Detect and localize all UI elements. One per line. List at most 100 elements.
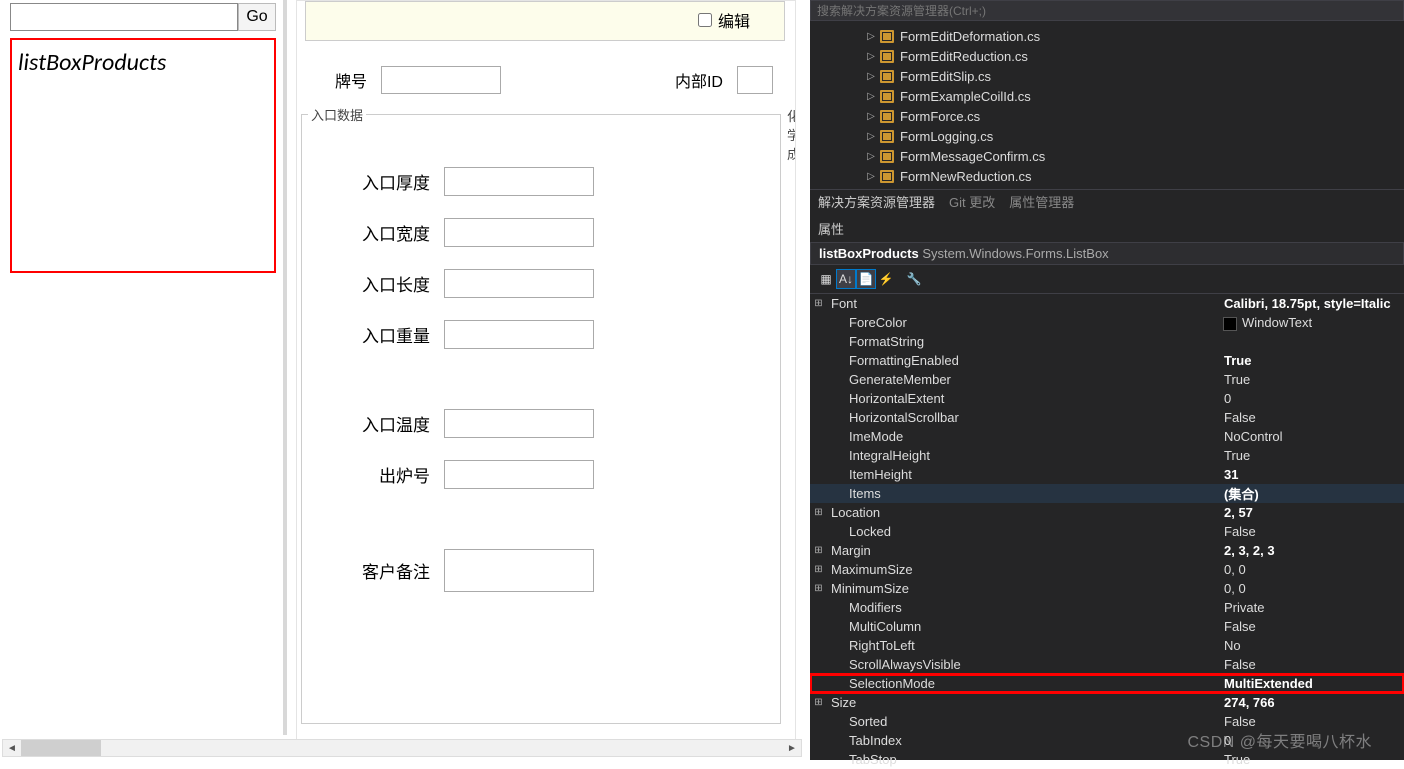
property-value[interactable]: 2, 3, 2, 3 xyxy=(1222,543,1404,558)
property-value[interactable]: 0 xyxy=(1222,733,1404,748)
property-row[interactable]: SelectionModeMultiExtended xyxy=(810,674,1404,693)
furnace-input[interactable] xyxy=(444,460,594,489)
property-value[interactable]: True xyxy=(1222,448,1404,463)
properties-icon[interactable]: 📄 xyxy=(856,269,876,289)
tree-item[interactable]: ▷FormForce.cs xyxy=(810,106,1404,126)
alphabetical-icon[interactable]: A↓ xyxy=(836,269,856,289)
property-value[interactable]: NoControl xyxy=(1222,429,1404,444)
width-input[interactable] xyxy=(444,218,594,247)
tree-item[interactable]: ▷FormMessageConfirm.cs xyxy=(810,146,1404,166)
property-value[interactable]: False xyxy=(1222,410,1404,425)
property-value[interactable]: False xyxy=(1222,714,1404,729)
property-row[interactable]: ⊞Margin2, 3, 2, 3 xyxy=(810,541,1404,560)
temp-label: 入口温度 xyxy=(352,411,430,436)
property-row[interactable]: RightToLeftNo xyxy=(810,636,1404,655)
expand-icon[interactable]: ⊞ xyxy=(810,298,827,309)
property-row[interactable]: ModifiersPrivate xyxy=(810,598,1404,617)
property-value[interactable]: Private xyxy=(1222,600,1404,615)
property-value[interactable]: 2, 57 xyxy=(1222,505,1404,520)
weight-input[interactable] xyxy=(444,320,594,349)
property-pages-icon[interactable]: 🔧 xyxy=(904,269,924,289)
property-value[interactable]: 31 xyxy=(1222,467,1404,482)
expand-arrow-icon[interactable]: ▷ xyxy=(864,131,878,142)
property-row[interactable]: TabIndex0 xyxy=(810,731,1404,750)
tree-item[interactable]: ▷FormExampleCoilId.cs xyxy=(810,86,1404,106)
expand-icon[interactable]: ⊞ xyxy=(810,583,827,594)
property-value[interactable]: False xyxy=(1222,619,1404,634)
tree-item[interactable]: ▷FormEditReduction.cs xyxy=(810,46,1404,66)
scroll-right-arrow-icon[interactable]: ► xyxy=(783,740,801,756)
length-input[interactable] xyxy=(444,269,594,298)
expand-icon[interactable]: ⊞ xyxy=(810,564,827,575)
property-row[interactable]: ⊞MaximumSize0, 0 xyxy=(810,560,1404,579)
listbox-products[interactable]: listBoxProducts xyxy=(10,38,276,273)
scroll-thumb[interactable] xyxy=(21,740,101,756)
property-value[interactable]: MultiExtended xyxy=(1222,676,1404,691)
brand-input[interactable] xyxy=(381,66,501,94)
property-row[interactable]: LockedFalse xyxy=(810,522,1404,541)
property-row[interactable]: ScrollAlwaysVisibleFalse xyxy=(810,655,1404,674)
csharp-form-file-icon xyxy=(880,110,894,123)
property-row[interactable]: ⊞MinimumSize0, 0 xyxy=(810,579,1404,598)
expand-arrow-icon[interactable]: ▷ xyxy=(864,31,878,42)
innerid-input[interactable] xyxy=(737,66,773,94)
expand-arrow-icon[interactable]: ▷ xyxy=(864,171,878,182)
expand-icon[interactable]: ⊞ xyxy=(810,697,827,708)
expand-arrow-icon[interactable]: ▷ xyxy=(864,91,878,102)
property-row[interactable]: ⊞FontCalibri, 18.75pt, style=Italic xyxy=(810,294,1404,313)
property-value[interactable]: WindowText xyxy=(1222,315,1404,330)
property-row[interactable]: FormattingEnabledTrue xyxy=(810,351,1404,370)
property-row[interactable]: GenerateMemberTrue xyxy=(810,370,1404,389)
property-value[interactable]: (集合) xyxy=(1222,484,1404,503)
tree-item[interactable]: ▷FormEditSlip.cs xyxy=(810,66,1404,86)
tree-item[interactable]: ▷FormNewReduction.cs xyxy=(810,166,1404,186)
expand-icon[interactable]: ⊞ xyxy=(810,507,827,518)
temp-input[interactable] xyxy=(444,409,594,438)
property-value[interactable]: 0, 0 xyxy=(1222,562,1404,577)
property-row[interactable]: ForeColorWindowText xyxy=(810,313,1404,332)
property-value[interactable]: No xyxy=(1222,638,1404,653)
property-value[interactable]: True xyxy=(1222,372,1404,387)
expand-arrow-icon[interactable]: ▷ xyxy=(864,151,878,162)
property-value[interactable]: 0 xyxy=(1222,391,1404,406)
tree-item[interactable]: ▷FormEditDeformation.cs xyxy=(810,26,1404,46)
property-row[interactable]: ⊞Size274, 766 xyxy=(810,693,1404,712)
tree-item[interactable]: ▷FormLogging.cs xyxy=(810,126,1404,146)
property-value[interactable]: 274, 766 xyxy=(1222,695,1404,710)
remarks-input[interactable] xyxy=(444,549,594,592)
property-value[interactable]: False xyxy=(1222,657,1404,672)
panel-tabs: 解决方案资源管理器 Git 更改 属性管理器 xyxy=(810,189,1404,215)
property-row[interactable]: ImeModeNoControl xyxy=(810,427,1404,446)
property-row[interactable]: MultiColumnFalse xyxy=(810,617,1404,636)
property-row[interactable]: ItemHeight31 xyxy=(810,465,1404,484)
scroll-left-arrow-icon[interactable]: ◄ xyxy=(3,740,21,756)
expand-arrow-icon[interactable]: ▷ xyxy=(864,51,878,62)
tab-git-changes[interactable]: Git 更改 xyxy=(949,192,995,211)
solution-explorer-search[interactable] xyxy=(810,0,1404,21)
go-button[interactable]: Go xyxy=(238,3,276,31)
property-row[interactable]: HorizontalExtent0 xyxy=(810,389,1404,408)
property-row[interactable]: FormatString xyxy=(810,332,1404,351)
tab-property-manager[interactable]: 属性管理器 xyxy=(1009,192,1074,211)
property-value[interactable]: Calibri, 18.75pt, style=Italic xyxy=(1222,296,1404,311)
properties-object-row[interactable]: listBoxProducts System.Windows.Forms.Lis… xyxy=(810,242,1404,265)
property-value[interactable]: True xyxy=(1222,353,1404,368)
events-icon[interactable]: ⚡ xyxy=(876,269,896,289)
property-row[interactable]: IntegralHeightTrue xyxy=(810,446,1404,465)
product-search-input[interactable] xyxy=(10,3,238,31)
expand-arrow-icon[interactable]: ▷ xyxy=(864,111,878,122)
property-value[interactable]: 0, 0 xyxy=(1222,581,1404,596)
expand-icon[interactable]: ⊞ xyxy=(810,545,827,556)
horizontal-scrollbar[interactable]: ◄ ► xyxy=(2,739,802,757)
property-row[interactable]: HorizontalScrollbarFalse xyxy=(810,408,1404,427)
edit-checkbox[interactable] xyxy=(698,13,712,27)
property-row[interactable]: SortedFalse xyxy=(810,712,1404,731)
property-row[interactable]: Items(集合) xyxy=(810,484,1404,503)
thickness-input[interactable] xyxy=(444,167,594,196)
property-value[interactable]: False xyxy=(1222,524,1404,539)
scroll-track[interactable] xyxy=(21,740,783,756)
expand-arrow-icon[interactable]: ▷ xyxy=(864,71,878,82)
categorize-icon[interactable]: ▦ xyxy=(816,269,836,289)
property-row[interactable]: ⊞Location2, 57 xyxy=(810,503,1404,522)
tab-solution-explorer[interactable]: 解决方案资源管理器 xyxy=(818,192,935,211)
